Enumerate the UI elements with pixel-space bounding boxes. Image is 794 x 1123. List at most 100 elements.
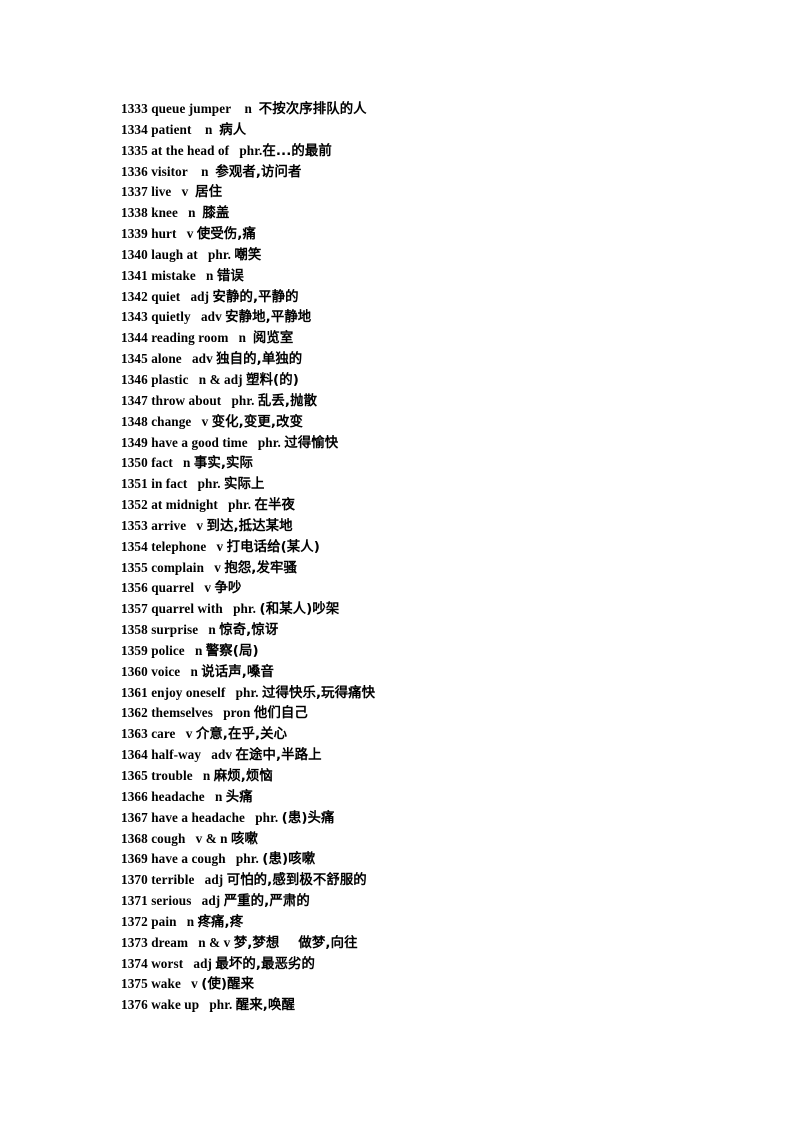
vocabulary-entry: 1361 enjoy oneself phr. 过得快乐,玩得痛快 [121, 683, 741, 704]
entry-meaning: 居住 [195, 185, 223, 201]
entry-meaning: 抱怨,发牢骚 [224, 560, 297, 576]
entry-number: 1376 [121, 997, 148, 1013]
entry-meaning: 不按次序排队的人 [258, 102, 367, 117]
entry-number: 1343 [121, 309, 148, 325]
entry-meaning: 介意,在乎,关心 [195, 727, 288, 743]
entry-separator [177, 226, 187, 241]
entry-number: 1333 [121, 101, 148, 116]
entry-separator [191, 893, 201, 908]
entry-number: 1371 [121, 893, 148, 909]
entry-separator [204, 560, 214, 575]
entry-word: live [151, 184, 172, 200]
entry-separator [180, 289, 190, 304]
entry-meaning: 安静的,平静的 [212, 289, 299, 305]
vocabulary-entry: 1346 plastic n & adj 塑料(的) [121, 370, 741, 391]
entry-number: 1373 [121, 934, 148, 950]
vocabulary-entry: 1372 pain n 疼痛,疼 [121, 912, 741, 933]
entry-number: 1344 [121, 330, 148, 346]
entry-word: fact [151, 455, 173, 471]
vocabulary-entry: 1373 dream n & v 梦,梦想 做梦,向往 [121, 933, 741, 954]
entry-separator [188, 935, 198, 950]
entry-separator [178, 205, 188, 220]
vocabulary-entry: 1342 quiet adj 安静的,平静的 [121, 287, 741, 308]
entry-separator [185, 643, 195, 658]
vocabulary-entry: 1357 quarrel with phr. (和某人)吵架 [121, 599, 741, 620]
entry-number: 1353 [121, 517, 148, 533]
entry-word: queue jumper [151, 101, 231, 116]
entry-word: hurt [151, 226, 177, 242]
vocabulary-entry: 1359 police n 警察(局) [121, 641, 741, 662]
entry-part-of-speech: n [238, 330, 247, 346]
vocabulary-entry: 1334 patient n 病人 [121, 120, 741, 141]
entry-word: quietly [151, 309, 191, 325]
vocabulary-entry: 1370 terrible adj 可怕的,感到极不舒服的 [121, 870, 741, 891]
entry-part-of-speech: phr. [231, 392, 255, 408]
entry-number: 1346 [121, 371, 148, 387]
entry-word: mistake [151, 267, 196, 283]
vocabulary-entry: 1362 themselves pron 他们自己 [121, 703, 741, 724]
vocabulary-entry: 1358 surprise n 惊奇,惊讶 [121, 620, 741, 641]
entry-meaning: 在半夜 [254, 498, 295, 514]
entry-meaning: 嘲笑 [234, 247, 262, 263]
entry-separator [181, 976, 191, 991]
entry-separator [246, 330, 253, 345]
entry-separator [201, 747, 211, 762]
entry-word: quarrel [151, 580, 195, 596]
entry-part-of-speech: n & adj [198, 371, 243, 387]
entry-number: 1363 [121, 726, 148, 742]
entry-meaning: 梦,梦想 做梦,向往 [233, 935, 358, 951]
entry-separator [188, 164, 202, 179]
entry-number: 1358 [121, 622, 148, 638]
entry-word: patient [151, 121, 192, 137]
entry-separator [193, 768, 203, 783]
entry-meaning: (使)醒来 [201, 977, 255, 993]
entry-separator [191, 414, 201, 429]
entry-word: have a good time [151, 434, 248, 450]
entry-number: 1351 [121, 476, 148, 492]
entry-separator [206, 539, 216, 554]
entry-part-of-speech: v [214, 559, 221, 575]
entry-separator [194, 580, 204, 595]
entry-number: 1345 [121, 351, 148, 367]
entry-number: 1369 [121, 851, 148, 867]
entry-separator [191, 122, 205, 137]
entry-number: 1354 [121, 538, 148, 554]
entry-word: reading room [151, 330, 229, 346]
entry-separator [229, 143, 239, 158]
vocabulary-entry: 1366 headache n 头痛 [121, 787, 741, 808]
vocabulary-entry: 1353 arrive v 到达,抵达某地 [121, 516, 741, 537]
entry-separator [173, 455, 183, 470]
entry-number: 1338 [121, 205, 148, 221]
entry-word: complain [151, 559, 205, 575]
entry-part-of-speech: v [191, 976, 198, 992]
entry-meaning: 疼痛,疼 [197, 914, 244, 930]
entry-word: cough [151, 830, 186, 846]
entry-separator [189, 372, 199, 387]
entry-meaning: 在途中,半路上 [235, 748, 322, 764]
entry-part-of-speech: v & n [195, 830, 228, 846]
entry-part-of-speech: adj [201, 893, 221, 909]
entry-number: 1374 [121, 955, 148, 971]
entry-part-of-speech: adj [190, 288, 210, 304]
entry-meaning: 说话声,嗓音 [201, 664, 274, 680]
entry-meaning: (和某人)吵架 [259, 602, 340, 618]
entry-number: 1357 [121, 601, 148, 617]
entry-meaning: 醒来,唤醒 [235, 998, 295, 1014]
entry-number: 1336 [121, 163, 148, 179]
entry-word: pain [151, 913, 177, 929]
entry-number: 1334 [121, 121, 148, 137]
entry-separator [213, 705, 223, 720]
entry-meaning: 警察(局) [205, 643, 259, 659]
entry-number: 1350 [121, 455, 148, 471]
vocabulary-entry: 1337 live v 居住 [121, 182, 741, 203]
vocabulary-entry: 1360 voice n 说话声,嗓音 [121, 662, 741, 683]
entry-word: at the head of [151, 142, 230, 158]
entry-part-of-speech: adv [191, 351, 213, 367]
entry-meaning: 安静地,平静地 [225, 310, 312, 326]
entry-separator [226, 851, 236, 866]
vocabulary-entry: 1356 quarrel v 争吵 [121, 578, 741, 599]
entry-word: police [151, 642, 185, 658]
vocabulary-entry: 1347 throw about phr. 乱丢,抛散 [121, 391, 741, 412]
entry-word: have a headache [151, 809, 245, 825]
entry-meaning: 最坏的,最恶劣的 [215, 956, 316, 972]
